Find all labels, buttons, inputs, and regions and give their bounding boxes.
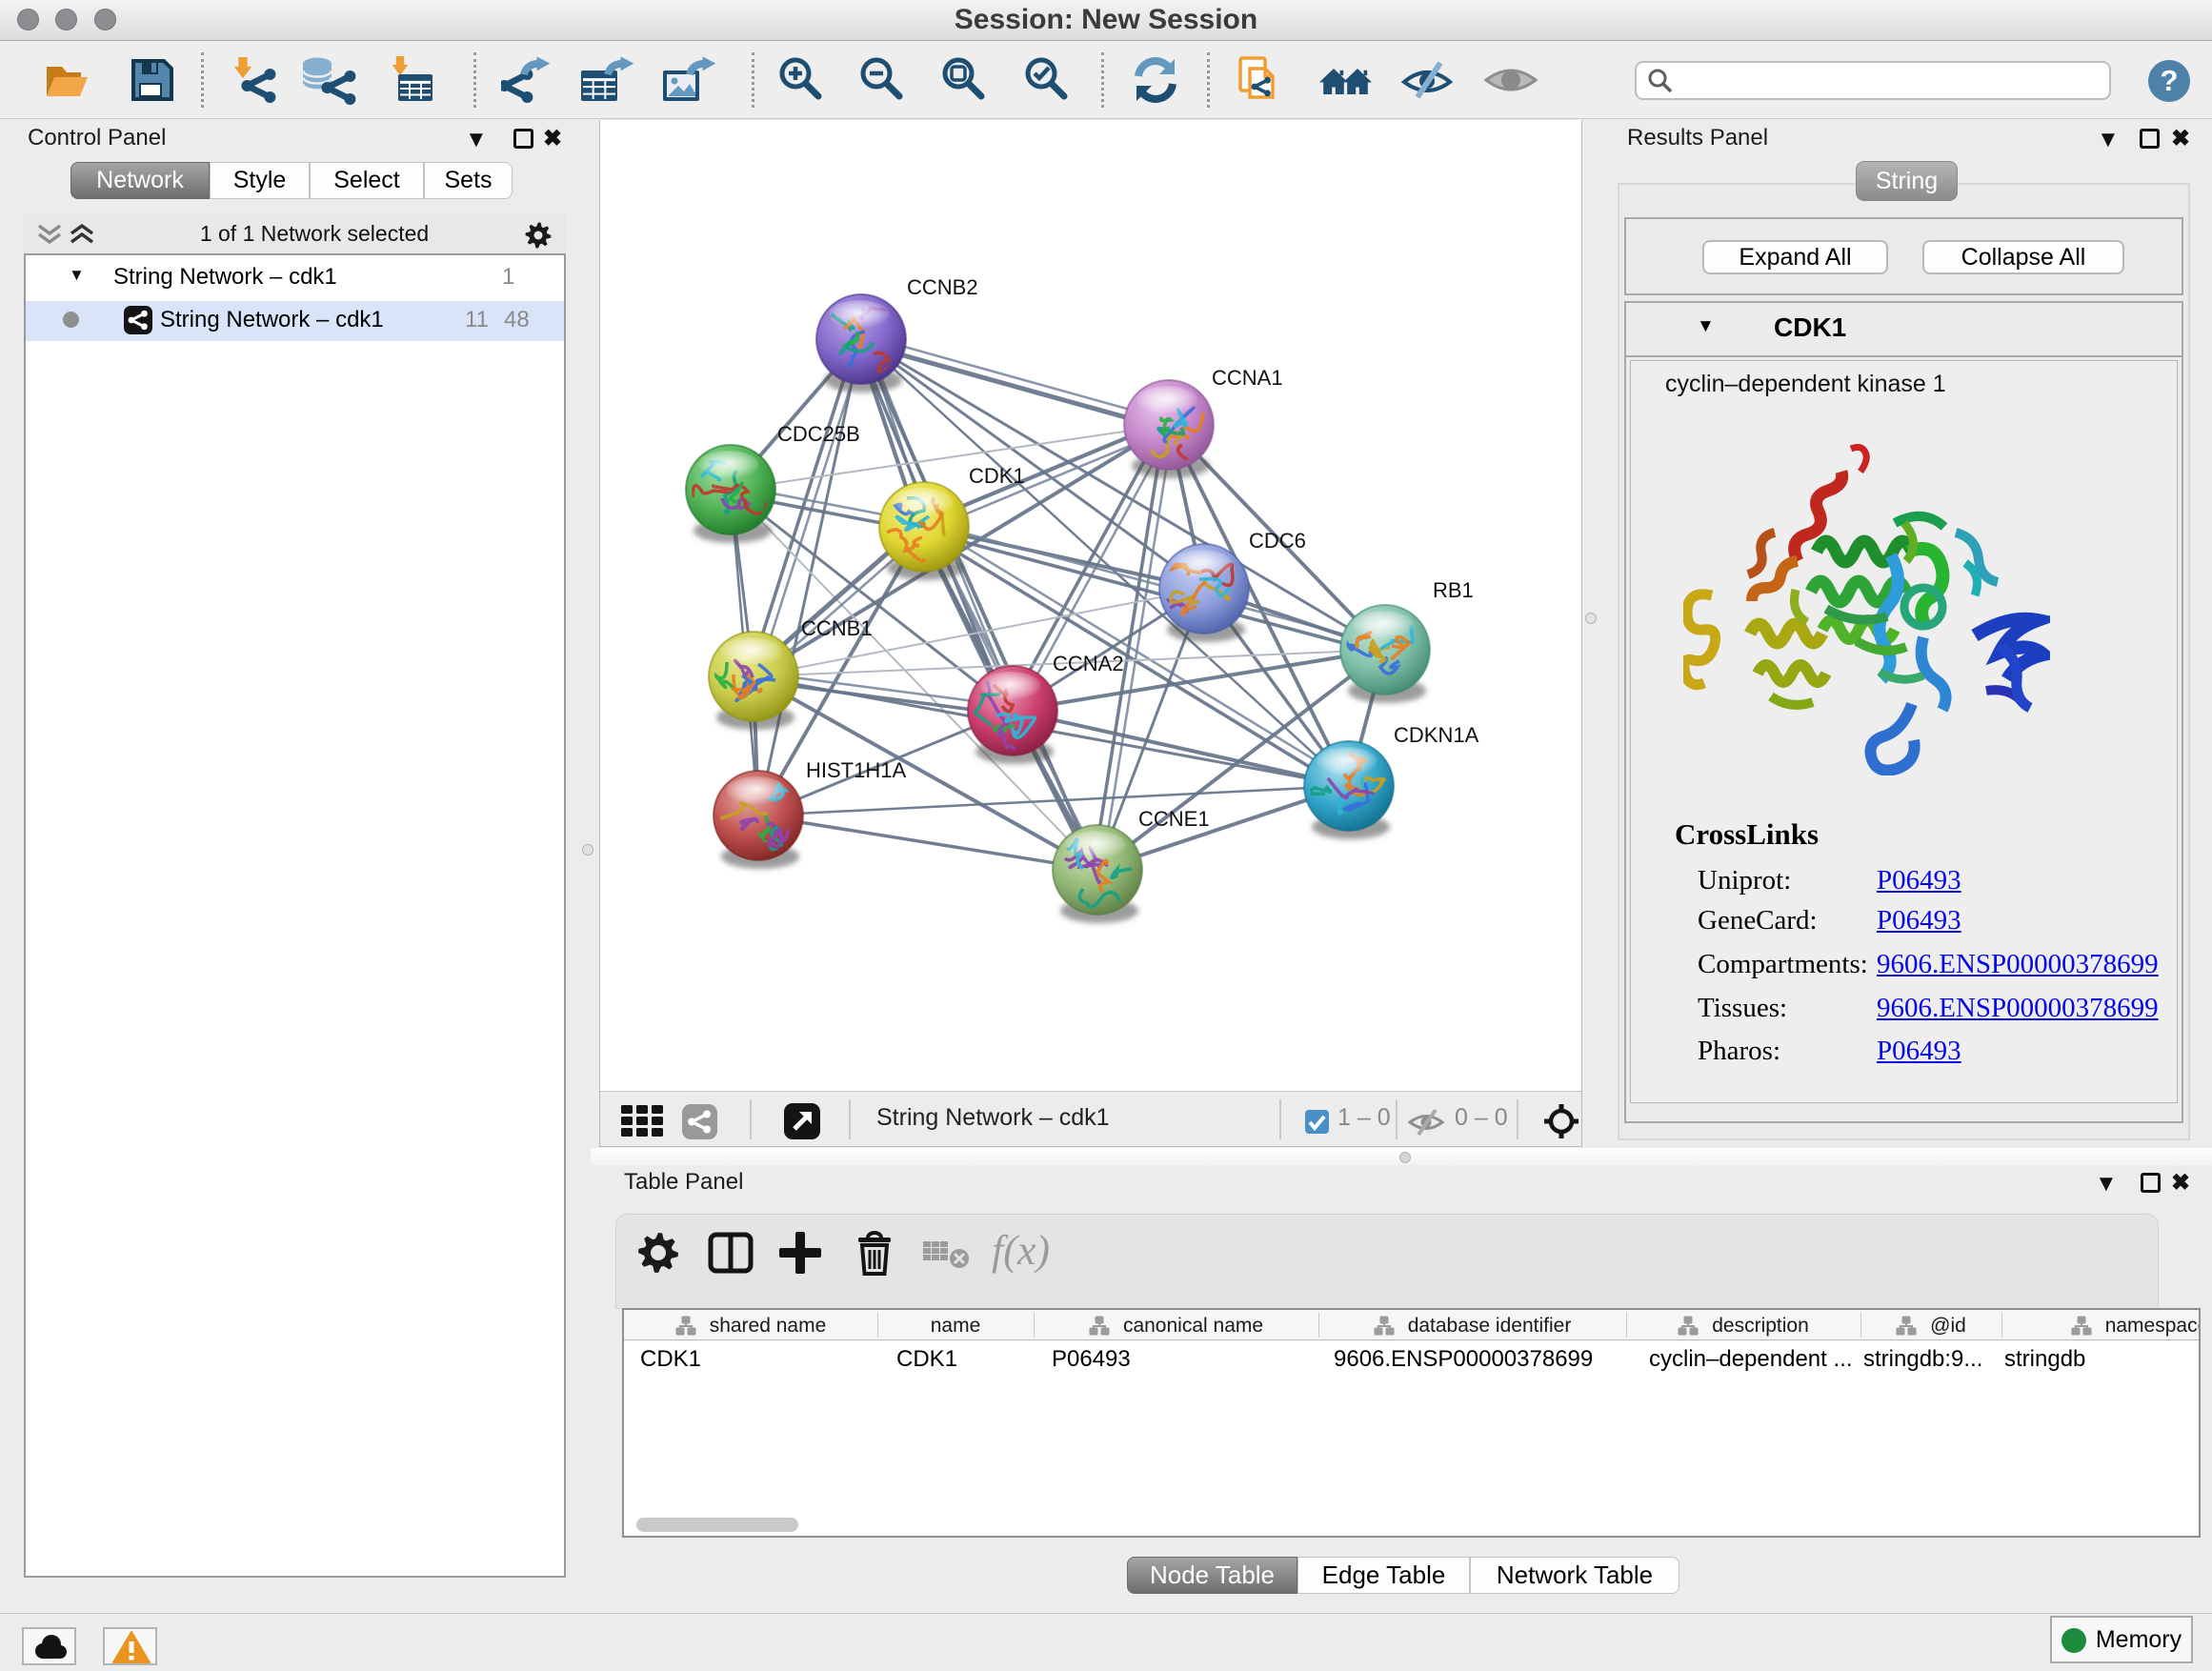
svg-text:CDC25B: CDC25B: [777, 422, 860, 446]
svg-text:CDC6: CDC6: [1249, 529, 1306, 553]
svg-text:RB1: RB1: [1433, 578, 1474, 602]
svg-text:HIST1H1A: HIST1H1A: [806, 758, 906, 782]
svg-text:CCNA1: CCNA1: [1212, 366, 1283, 390]
svg-text:CCNA2: CCNA2: [1053, 652, 1124, 675]
svg-text:CDK1: CDK1: [969, 464, 1025, 488]
svg-text:CCNB1: CCNB1: [801, 616, 873, 640]
svg-text:CCNB2: CCNB2: [907, 275, 978, 299]
svg-text:CCNE1: CCNE1: [1138, 807, 1210, 831]
svg-text:CDKN1A: CDKN1A: [1394, 723, 1479, 747]
